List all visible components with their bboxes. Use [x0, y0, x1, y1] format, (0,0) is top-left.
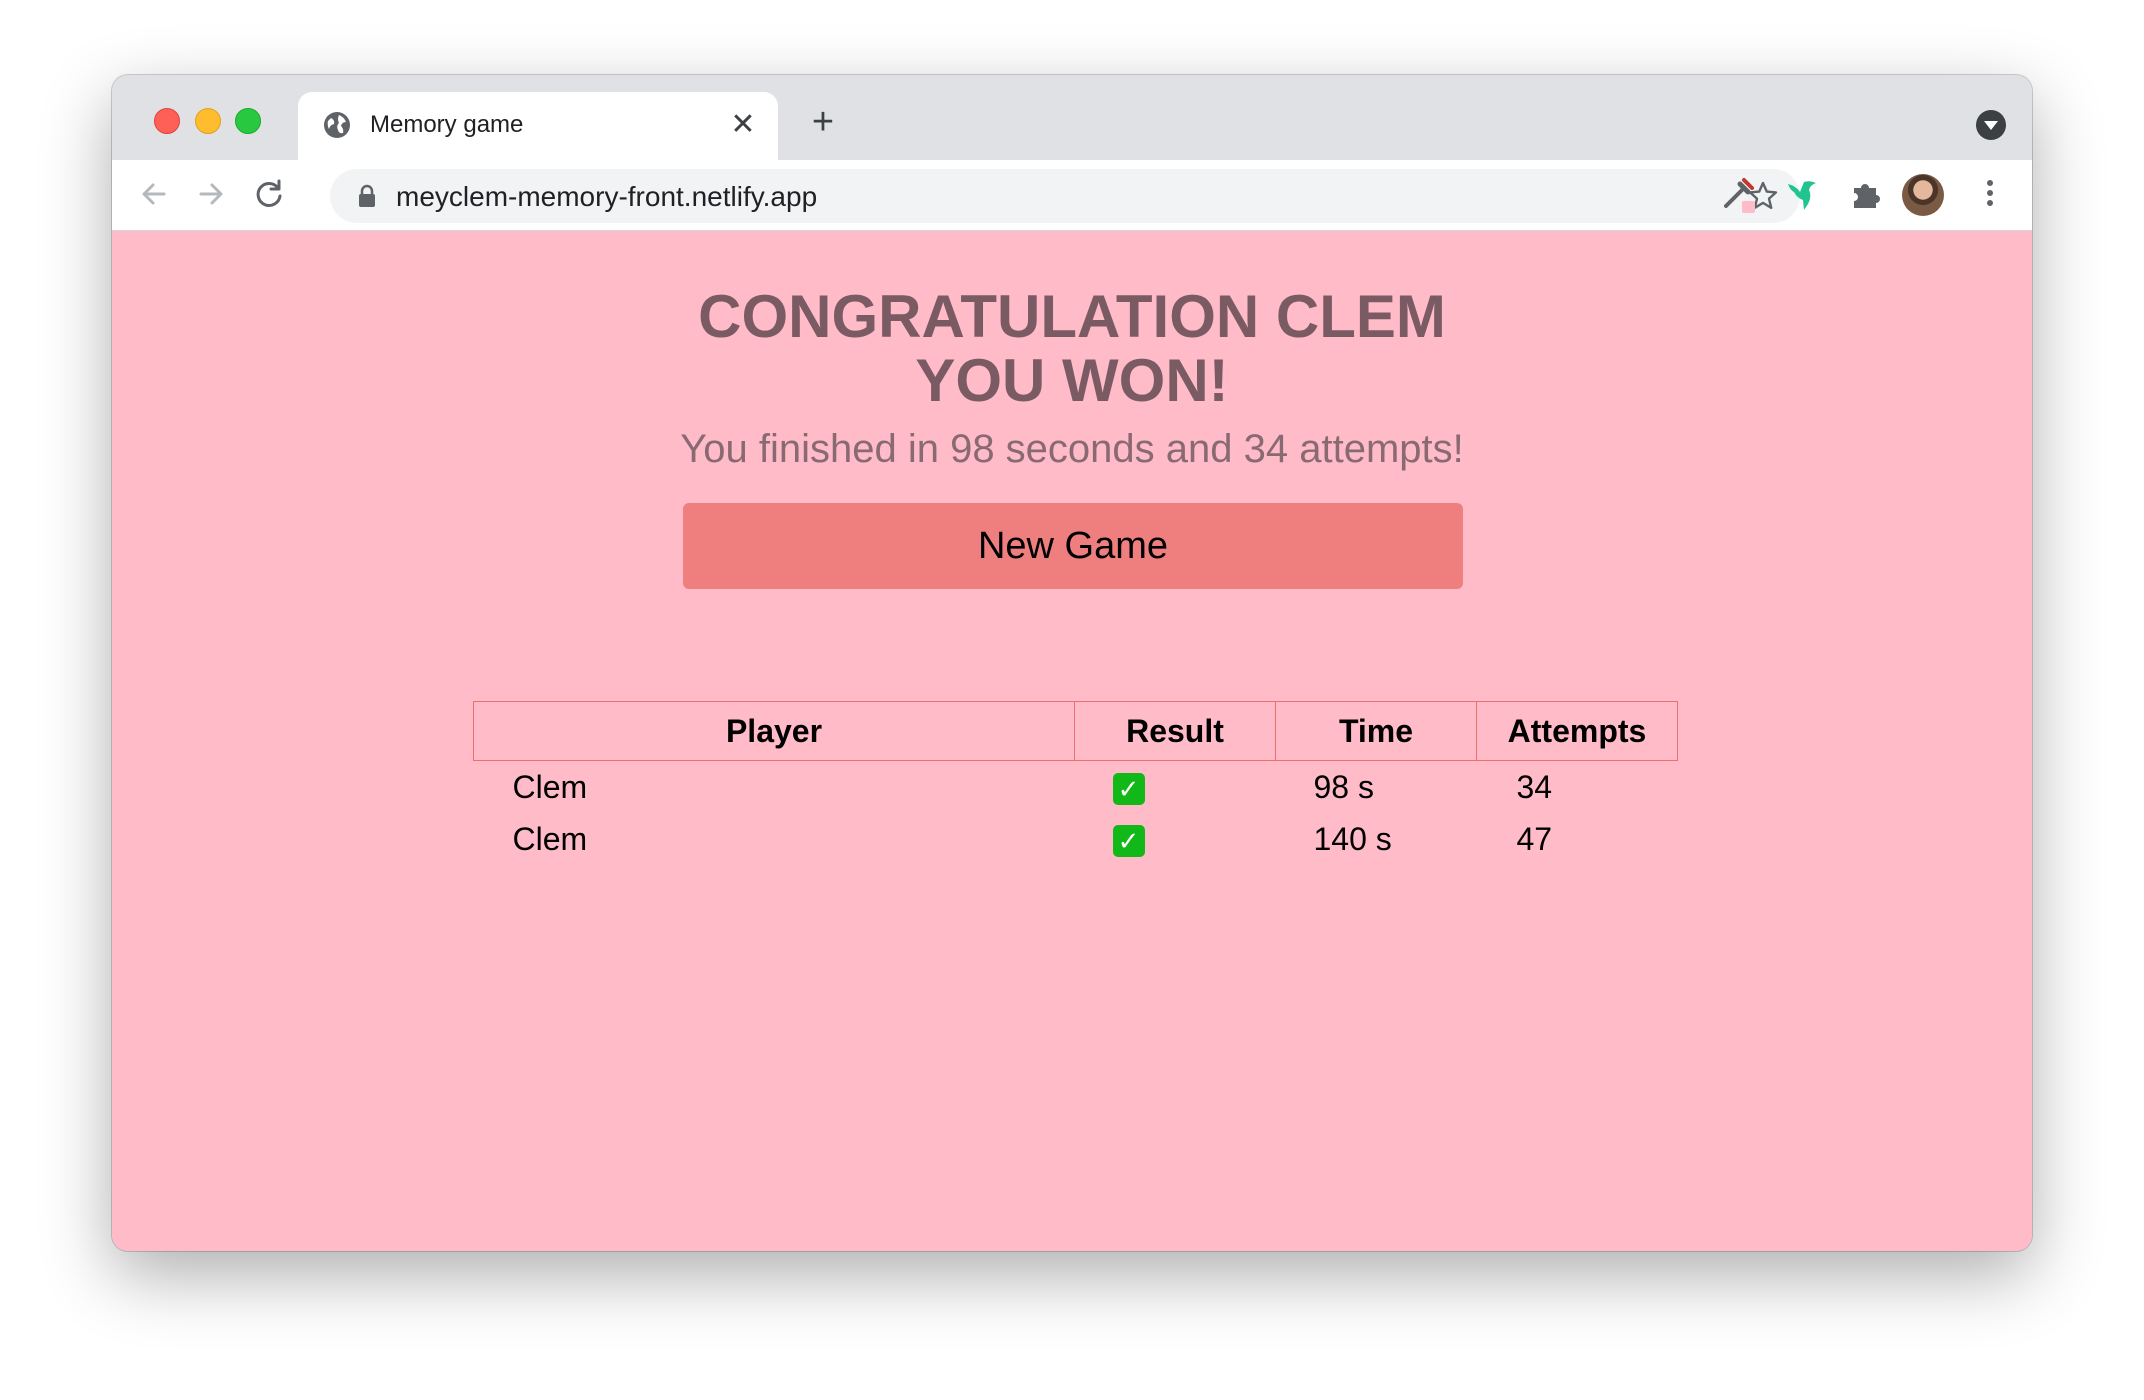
- time-cell: 98 s: [1313, 768, 1374, 805]
- forward-arrow-icon[interactable]: [191, 174, 231, 214]
- check-mark-icon: ✓: [1112, 825, 1145, 858]
- win-headline: CONGRATULATION CLEM YOU WON!: [112, 285, 2032, 413]
- url-text: meyclem-memory-front.netlify.app: [396, 181, 818, 212]
- reload-icon[interactable]: [249, 174, 289, 214]
- browser-toolbar: meyclem-memory-front.netlify.app: [112, 160, 2032, 231]
- scores-header-row: Player Result Time Attempts: [473, 701, 1678, 761]
- globe-icon: [324, 112, 350, 138]
- attempts-cell: 34: [1516, 768, 1553, 805]
- tab-close-icon[interactable]: ✕: [726, 108, 760, 142]
- result-cell: ✓: [1075, 761, 1276, 814]
- puzzle-extension-icon[interactable]: [1846, 174, 1886, 214]
- eyedropper-extension-icon[interactable]: [1718, 174, 1758, 214]
- check-mark-icon: ✓: [1112, 773, 1145, 806]
- new-game-button[interactable]: New Game: [683, 503, 1463, 589]
- headline-line-1: CONGRATULATION CLEM: [698, 283, 1446, 350]
- browser-window: Memory game ✕ + meyclem-memory-front.net…: [112, 75, 2032, 1251]
- scores-table: Player Result Time Attempts Clem ✓ 98 s …: [473, 701, 1678, 865]
- header-player: Player: [473, 701, 1075, 761]
- close-window-button[interactable]: [154, 108, 180, 134]
- headline-line-2: YOU WON!: [915, 347, 1229, 414]
- table-row: Clem ✓ 140 s 47: [474, 813, 1678, 865]
- address-bar[interactable]: meyclem-memory-front.netlify.app: [330, 169, 1800, 223]
- lock-icon: [359, 184, 375, 207]
- header-result: Result: [1074, 701, 1276, 761]
- tab-memory-game[interactable]: Memory game ✕: [298, 92, 778, 160]
- more-menu-icon[interactable]: [1984, 176, 1996, 216]
- player-cell: Clem: [512, 768, 588, 805]
- table-row: Clem ✓ 98 s 34: [474, 761, 1678, 814]
- minimize-window-button[interactable]: [195, 108, 221, 134]
- header-time: Time: [1275, 701, 1477, 761]
- profile-avatar[interactable]: [1902, 174, 1944, 216]
- new-tab-button[interactable]: +: [805, 103, 841, 141]
- header-attempts: Attempts: [1476, 701, 1678, 761]
- bird-extension-icon[interactable]: [1782, 174, 1822, 214]
- tab-search-icon[interactable]: [1976, 110, 2006, 140]
- player-cell: Clem: [512, 820, 588, 857]
- tab-title: Memory game: [370, 111, 524, 138]
- attempts-cell: 47: [1516, 820, 1553, 857]
- back-arrow-icon[interactable]: [134, 174, 174, 214]
- result-summary: You finished in 98 seconds and 34 attemp…: [680, 427, 1464, 471]
- tab-strip: Memory game ✕ +: [112, 75, 2032, 160]
- result-cell: ✓: [1075, 813, 1276, 865]
- time-cell: 140 s: [1313, 820, 1392, 857]
- memory-game-page: CONGRATULATION CLEM YOU WON! You finishe…: [112, 231, 2032, 1251]
- maximize-window-button[interactable]: [235, 108, 261, 134]
